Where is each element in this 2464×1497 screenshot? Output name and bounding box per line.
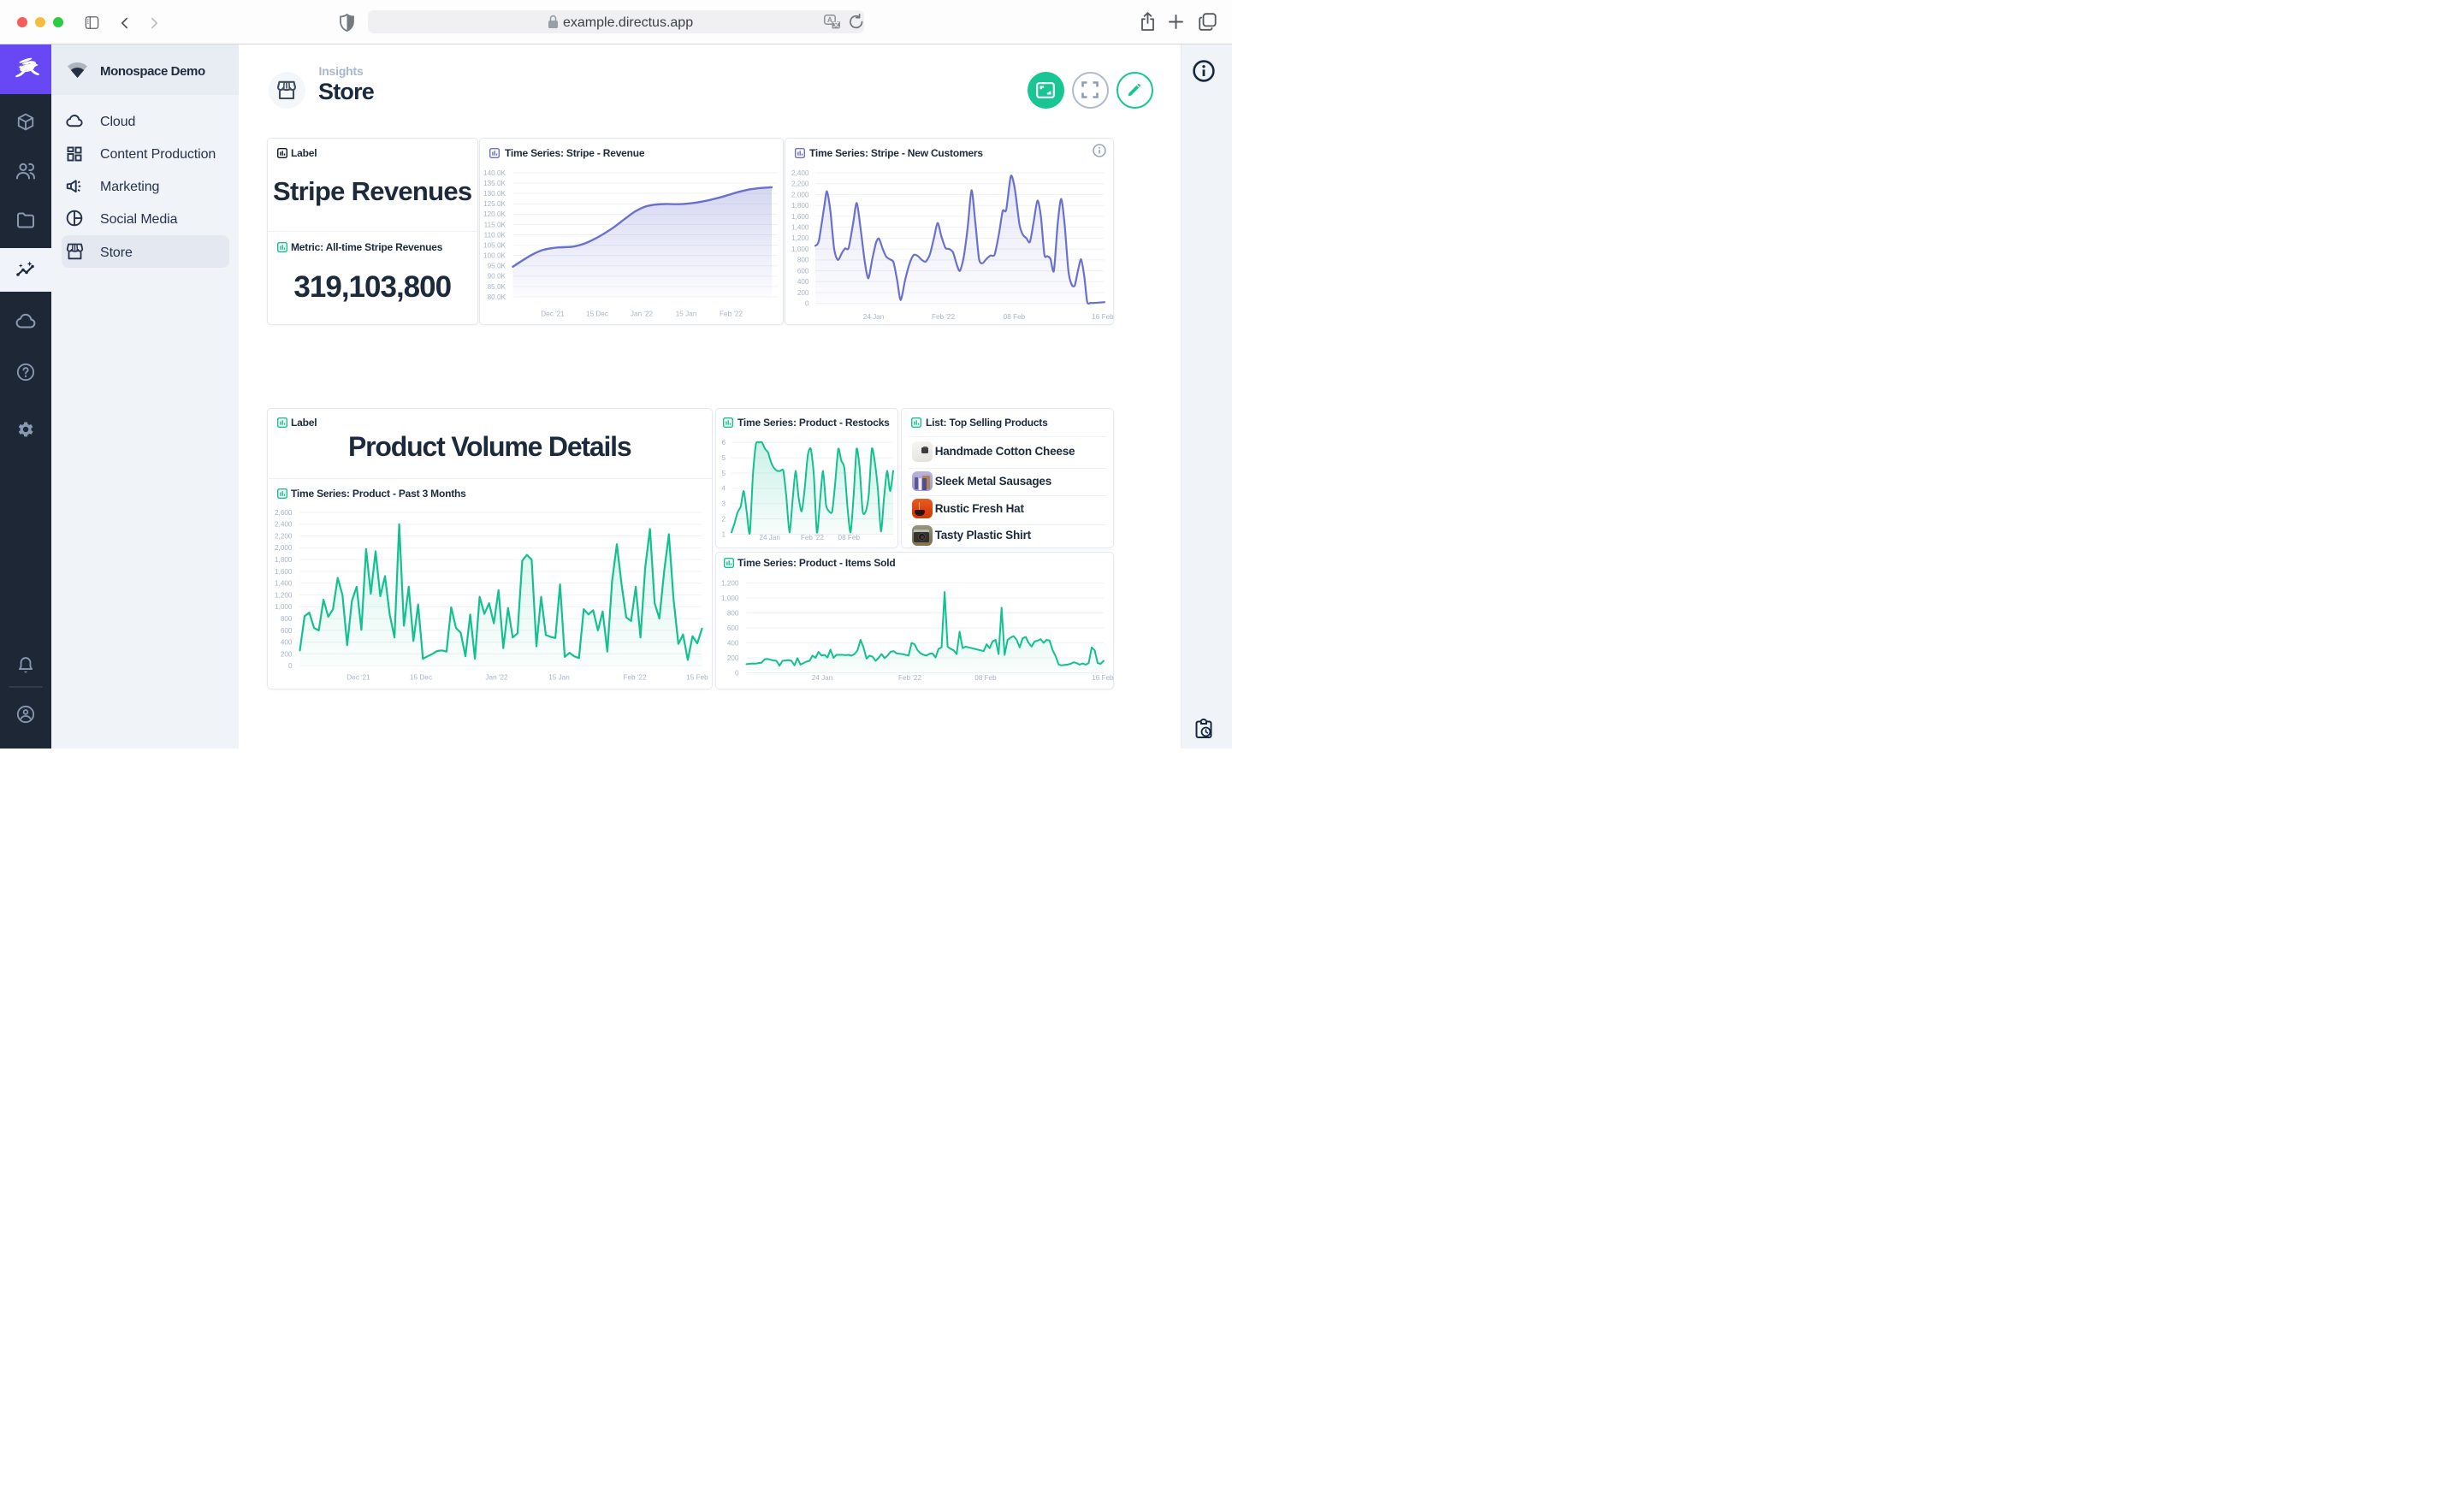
- svg-text:80.0K: 80.0K: [488, 293, 506, 300]
- svg-text:800: 800: [280, 615, 292, 623]
- svg-text:Dec '21: Dec '21: [346, 673, 370, 681]
- svg-text:400: 400: [727, 639, 739, 647]
- svg-text:文: 文: [832, 20, 839, 28]
- svg-text:1,000: 1,000: [791, 246, 809, 253]
- svg-text:Jan '22: Jan '22: [631, 310, 654, 317]
- svg-text:08 Feb: 08 Feb: [1003, 313, 1025, 321]
- svg-text:200: 200: [797, 288, 808, 296]
- svg-text:24 Jan: 24 Jan: [759, 534, 780, 541]
- svg-text:140.0K: 140.0K: [483, 169, 506, 176]
- svg-text:5: 5: [721, 469, 726, 476]
- svg-text:600: 600: [797, 267, 808, 275]
- svg-text:0: 0: [735, 669, 739, 677]
- svg-text:200: 200: [280, 650, 292, 658]
- svg-text:24 Jan: 24 Jan: [862, 313, 884, 321]
- svg-text:2,200: 2,200: [275, 532, 293, 540]
- svg-text:105.0K: 105.0K: [483, 241, 506, 249]
- svg-text:4: 4: [721, 484, 726, 492]
- svg-text:1,000: 1,000: [275, 603, 293, 611]
- svg-text:1,200: 1,200: [275, 591, 293, 599]
- svg-text:85.0K: 85.0K: [488, 282, 506, 290]
- svg-text:0: 0: [287, 662, 292, 670]
- svg-text:Dec '21: Dec '21: [541, 310, 565, 317]
- svg-text:16 Feb: 16 Feb: [1092, 313, 1114, 321]
- svg-text:16 Feb: 16 Feb: [1092, 674, 1114, 682]
- svg-text:400: 400: [280, 638, 292, 646]
- svg-text:15 Dec: 15 Dec: [586, 310, 608, 317]
- svg-text:400: 400: [797, 278, 808, 286]
- svg-text:130.0K: 130.0K: [483, 190, 506, 198]
- svg-text:15 Jan: 15 Jan: [676, 310, 697, 317]
- svg-text:600: 600: [727, 624, 739, 631]
- svg-text:800: 800: [797, 256, 808, 263]
- svg-text:1: 1: [721, 530, 726, 538]
- svg-text:3: 3: [721, 500, 726, 507]
- svg-text:2,400: 2,400: [275, 520, 293, 528]
- svg-text:A: A: [827, 15, 832, 24]
- svg-text:1,800: 1,800: [791, 202, 809, 210]
- svg-text:5: 5: [721, 454, 726, 462]
- svg-text:200: 200: [727, 654, 739, 661]
- svg-text:2,200: 2,200: [791, 180, 809, 187]
- svg-text:1,800: 1,800: [275, 556, 293, 564]
- svg-text:1,400: 1,400: [791, 223, 809, 231]
- svg-text:1,600: 1,600: [275, 567, 293, 575]
- svg-text:90.0K: 90.0K: [488, 272, 506, 280]
- svg-text:Jan '22: Jan '22: [485, 673, 508, 681]
- svg-text:100.0K: 100.0K: [483, 251, 506, 259]
- svg-text:1,200: 1,200: [791, 234, 809, 242]
- svg-text:08 Feb: 08 Feb: [974, 674, 997, 682]
- svg-text:2,600: 2,600: [275, 508, 293, 516]
- svg-text:1,200: 1,200: [721, 579, 739, 587]
- svg-text:2,000: 2,000: [791, 191, 809, 198]
- svg-text:08 Feb: 08 Feb: [838, 534, 861, 541]
- svg-text:600: 600: [280, 626, 292, 634]
- svg-text:115.0K: 115.0K: [484, 221, 506, 228]
- svg-text:110.0K: 110.0K: [484, 231, 506, 239]
- svg-text:15 Dec: 15 Dec: [410, 673, 432, 681]
- svg-text:2: 2: [721, 515, 726, 523]
- svg-text:95.0K: 95.0K: [488, 262, 506, 269]
- svg-text:6: 6: [721, 439, 726, 447]
- svg-text:125.0K: 125.0K: [483, 200, 506, 208]
- svg-text:1,000: 1,000: [721, 594, 739, 601]
- svg-text:800: 800: [727, 609, 739, 617]
- svg-text:15 Feb: 15 Feb: [686, 673, 708, 681]
- svg-text:15 Jan: 15 Jan: [548, 673, 570, 681]
- svg-text:24 Jan: 24 Jan: [812, 674, 833, 682]
- svg-text:Feb '22: Feb '22: [898, 674, 921, 682]
- svg-text:Feb '22: Feb '22: [801, 534, 824, 541]
- svg-text:Feb '22: Feb '22: [720, 310, 743, 317]
- svg-text:1,400: 1,400: [275, 579, 293, 587]
- svg-text:1,600: 1,600: [791, 212, 809, 220]
- svg-text:2,000: 2,000: [275, 544, 293, 552]
- svg-text:2,400: 2,400: [791, 169, 809, 176]
- svg-text:120.0K: 120.0K: [483, 210, 506, 218]
- svg-text:Feb '22: Feb '22: [623, 673, 646, 681]
- svg-text:Feb '22: Feb '22: [931, 313, 954, 321]
- svg-text:0: 0: [804, 299, 808, 307]
- svg-text:135.0K: 135.0K: [483, 180, 506, 187]
